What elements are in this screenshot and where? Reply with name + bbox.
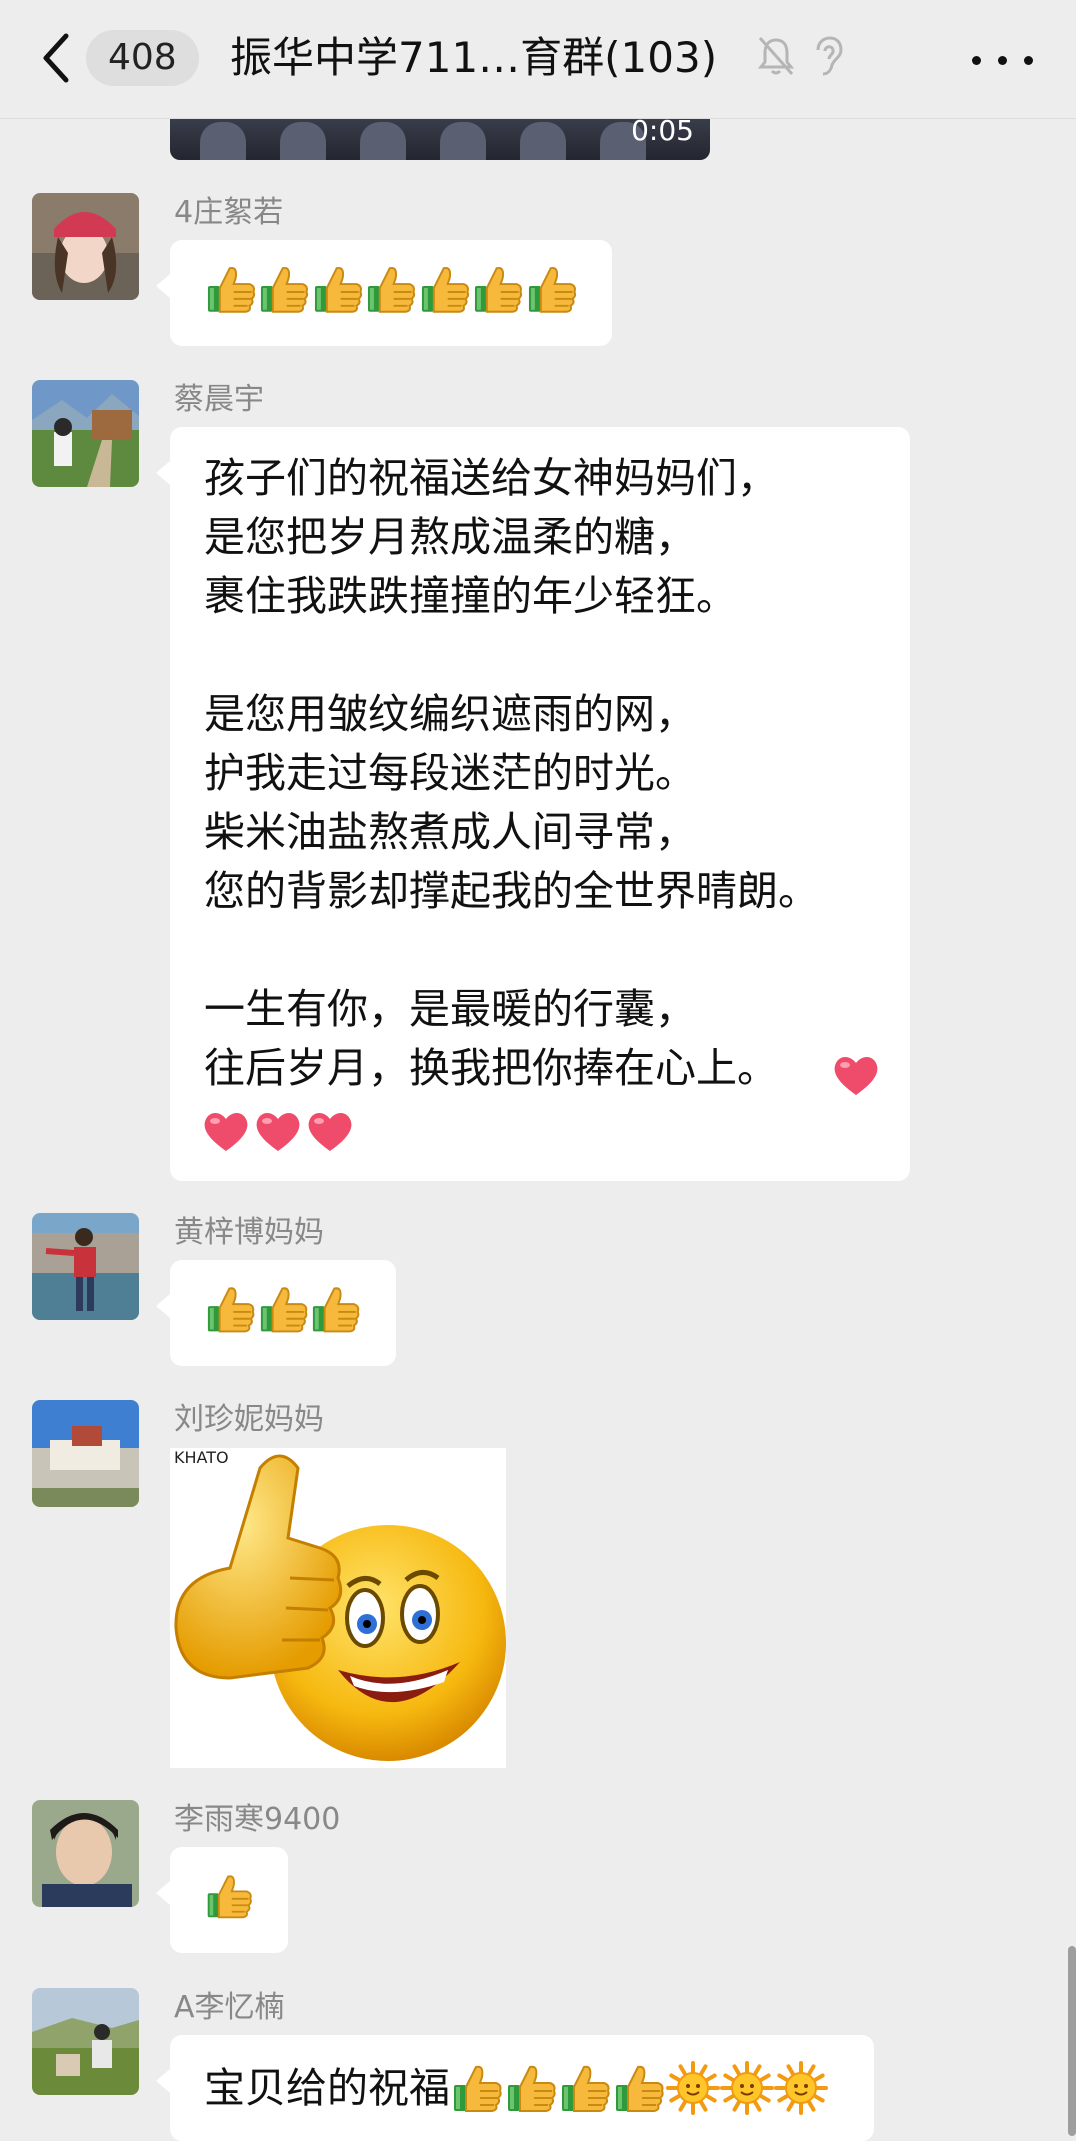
- thumbs-up-icon: [616, 2065, 664, 2112]
- thumbs-up-icon: [454, 2065, 502, 2112]
- avatar[interactable]: [32, 1988, 139, 2095]
- thumbs-up-icon: [368, 266, 416, 313]
- sender-name: 蔡晨宇: [174, 382, 264, 417]
- heart-icon: [308, 1113, 352, 1151]
- scrollbar-thumb[interactable]: [1068, 1946, 1076, 2136]
- emoji-row: [204, 1282, 362, 1336]
- sender-name: A李忆楠: [174, 1990, 285, 2025]
- chevron-left-icon: [43, 33, 69, 83]
- thumbs-up-icon: [314, 266, 362, 313]
- message-text: 孩子们的祝福送给女神妈妈们， 是您把岁月熬成温柔的糖， 裹住我跌跌撞撞的年少轻狂…: [204, 454, 819, 1092]
- emoji-row: [204, 1869, 254, 1923]
- emoji-row: [830, 1049, 882, 1101]
- unread-count-badge[interactable]: 408: [86, 30, 199, 86]
- sun-icon: [720, 2061, 774, 2115]
- thumbs-up-icon: [207, 1287, 255, 1333]
- message-bubble[interactable]: 孩子们的祝福送给女神妈妈们， 是您把岁月熬成温柔的糖， 裹住我跌跌撞撞的年少轻狂…: [156, 427, 910, 1181]
- thumbs-up-icon: [261, 266, 309, 313]
- heart-icon: [256, 1113, 300, 1151]
- sender-name: 李雨寒9400: [174, 1802, 341, 1837]
- heart-icon: [834, 1057, 878, 1095]
- sender-name: 黄梓博妈妈: [174, 1215, 324, 1250]
- video-duration: 0:05: [631, 114, 694, 147]
- thumbs-up-icon: [207, 1875, 252, 1919]
- more-options-button[interactable]: [970, 36, 1036, 80]
- chat-header: 408 振华中学711…育群(103): [0, 0, 1076, 119]
- emoji-row: [200, 1105, 356, 1157]
- heart-icon: [204, 1113, 248, 1151]
- avatar[interactable]: [32, 193, 139, 300]
- mute-bell-icon: [757, 37, 795, 75]
- avatar[interactable]: [32, 1800, 139, 1907]
- sun-icon: [774, 2061, 828, 2115]
- avatar[interactable]: [32, 380, 139, 487]
- earpiece-icon: [816, 36, 843, 76]
- message-bubble[interactable]: [156, 240, 612, 346]
- thumbs-up-smiley-sticker[interactable]: KHATO: [170, 1448, 506, 1768]
- sun-icon: [666, 2061, 720, 2115]
- avatar[interactable]: [32, 1400, 139, 1507]
- thumbs-up-icon: [508, 2065, 556, 2112]
- emoji-row: [204, 262, 578, 316]
- smiley-thumbs-up-icon: [174, 1454, 506, 1761]
- thumbs-up-icon: [313, 1287, 360, 1333]
- sender-name: 刘珍妮妈妈: [174, 1402, 324, 1437]
- thumbs-up-icon: [528, 266, 576, 313]
- thumbs-up-icon: [562, 2065, 610, 2112]
- sender-name: 4庄絮若: [174, 195, 284, 230]
- thumbs-up-icon: [260, 1287, 308, 1333]
- thumbs-up-icon: [475, 266, 523, 313]
- message-bubble[interactable]: [156, 1847, 288, 1953]
- emoji-row: [450, 2061, 828, 2115]
- avatar[interactable]: [32, 1213, 139, 1320]
- thumbs-up-icon: [207, 266, 256, 313]
- message-bubble[interactable]: 宝贝给的祝福: [156, 2035, 874, 2141]
- chat-title[interactable]: 振华中学711…育群(103): [230, 26, 717, 90]
- back-button[interactable]: [36, 30, 76, 86]
- thumbs-up-icon: [421, 266, 469, 313]
- sticker-watermark: KHATO: [174, 1448, 229, 1467]
- message-bubble[interactable]: [156, 1260, 396, 1366]
- message-text: 宝贝给的祝福: [204, 2063, 450, 2112]
